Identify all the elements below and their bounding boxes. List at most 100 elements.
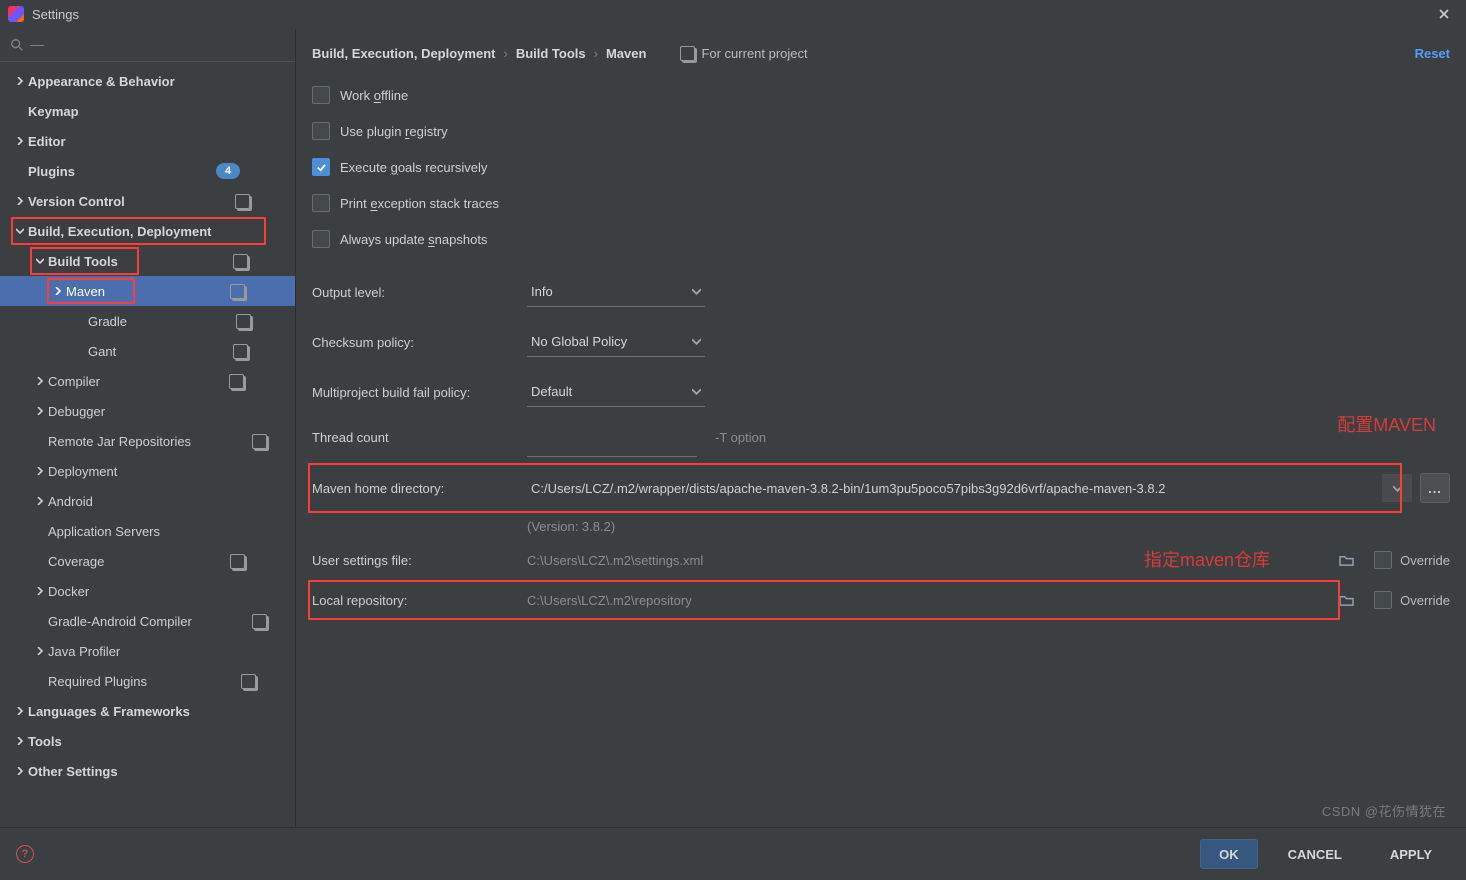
chevron-down-icon [16,227,24,235]
bottom-bar: ? OK CANCEL APPLY [0,827,1466,880]
always-update-checkbox[interactable] [312,230,330,248]
work-offline-row[interactable]: Work offline [312,77,1450,113]
thread-count-label: Thread count [312,430,512,445]
use-plugin-registry-row[interactable]: Use plugin registry [312,113,1450,149]
reset-link[interactable]: Reset [1415,46,1450,61]
tree-appearance[interactable]: Appearance & Behavior [0,66,295,96]
tree-item-label: Maven [66,284,189,299]
crumb-2[interactable]: Build Tools [516,46,586,61]
crumb-1[interactable]: Build, Execution, Deployment [312,46,495,61]
search-underline [30,45,44,46]
tree-gradle-android-compiler[interactable]: Gradle-Android Compiler [0,606,295,636]
maven-home-browse-button[interactable]: ... [1420,473,1450,503]
use-plugin-registry-checkbox[interactable] [312,122,330,140]
execute-goals-row[interactable]: Execute goals recursively [312,149,1450,185]
tree-item-label: Languages & Frameworks [28,704,287,719]
chevron-right-icon [16,77,24,85]
always-update-row[interactable]: Always update snapshots [312,221,1450,257]
settings-content: Build, Execution, Deployment › Build Too… [296,29,1466,827]
print-trace-checkbox[interactable] [312,194,330,212]
user-settings-browse-button[interactable] [1334,548,1358,572]
tree-editor[interactable]: Editor [0,126,295,156]
maven-home-dropdown[interactable] [1381,474,1412,502]
multiproject-row: Multiproject build fail policy: Default [312,367,1450,417]
chevron-right-icon [36,467,44,475]
local-repo-value[interactable]: C:\Users\LCZ\.m2\repository [527,593,1328,608]
close-button[interactable] [1430,0,1458,28]
search-row[interactable] [0,29,295,62]
user-settings-label: User settings file: [312,553,527,568]
user-settings-override[interactable]: Override [1374,551,1450,569]
chevron-right-icon [16,137,24,145]
chevron-down-icon [1393,484,1402,493]
print-trace-row[interactable]: Print exception stack traces [312,185,1450,221]
tree-keymap[interactable]: Keymap [0,96,295,126]
print-trace-label: Print exception stack traces [340,196,499,211]
user-settings-row: User settings file: C:\Users\LCZ\.m2\set… [312,540,1450,580]
tree-item-label: Build, Execution, Deployment [28,224,287,239]
tree-build-execution-deployment[interactable]: Build, Execution, Deployment [0,216,295,246]
apply-button[interactable]: APPLY [1372,840,1450,868]
tree-plugins[interactable]: Plugins 4 [0,156,295,186]
cancel-button[interactable]: CANCEL [1270,840,1360,868]
tree-item-label: Coverage [48,554,188,569]
tree-other-settings[interactable]: Other Settings [0,756,295,786]
tree-languages-frameworks[interactable]: Languages & Frameworks [0,696,295,726]
tree-item-label: Docker [48,584,287,599]
maven-home-input[interactable]: C:/Users/LCZ/.m2/wrapper/dists/apache-ma… [527,474,1381,502]
t-option-label: -T option [715,430,766,445]
tree-docker[interactable]: Docker [0,576,295,606]
maven-home-row: Maven home directory: C:/Users/LCZ/.m2/w… [312,463,1450,513]
search-icon [10,38,24,52]
override-checkbox[interactable] [1374,591,1392,609]
ok-button[interactable]: OK [1200,839,1258,869]
help-button[interactable]: ? [16,845,34,863]
execute-goals-checkbox[interactable] [312,158,330,176]
maven-version-label: (Version: 3.8.2) [527,519,1450,534]
tree-tools[interactable]: Tools [0,726,295,756]
multiproject-select[interactable]: Default [527,378,705,407]
tree-gant[interactable]: Gant [0,336,295,366]
folder-icon [1339,554,1354,567]
tree-build-tools[interactable]: Build Tools [0,246,295,276]
project-scope-icon [236,314,251,329]
scope-text: For current project [701,46,807,61]
tree-item-label: Keymap [28,104,287,119]
tree-java-profiler[interactable]: Java Profiler [0,636,295,666]
tree-application-servers[interactable]: Application Servers [0,516,295,546]
tree-item-label: Other Settings [28,764,287,779]
checksum-select[interactable]: No Global Policy [527,328,705,357]
chevron-right-icon [36,587,44,595]
tree-maven[interactable]: Maven [0,276,295,306]
local-repo-override[interactable]: Override [1374,591,1450,609]
thread-count-input[interactable] [527,432,697,457]
output-level-select[interactable]: Info [527,278,705,307]
chevron-right-icon [16,737,24,745]
tree-item-label: Build Tools [48,254,195,269]
override-label: Override [1400,593,1450,608]
tree-item-label: Android [48,494,287,509]
chevron-right-icon [36,647,44,655]
tree-compiler[interactable]: Compiler [0,366,295,396]
tree-version-control[interactable]: Version Control [0,186,295,216]
tree-gradle[interactable]: Gradle [0,306,295,336]
chevron-right-icon [16,707,24,715]
tree-remote-jar[interactable]: Remote Jar Repositories [0,426,295,456]
breadcrumb: Build, Execution, Deployment › Build Too… [296,29,1466,77]
tree-item-label: Required Plugins [48,674,210,689]
override-label: Override [1400,553,1450,568]
work-offline-label: Work offline [340,88,408,103]
tree-deployment[interactable]: Deployment [0,456,295,486]
work-offline-checkbox[interactable] [312,86,330,104]
tree-debugger[interactable]: Debugger [0,396,295,426]
override-checkbox[interactable] [1374,551,1392,569]
tree-android[interactable]: Android [0,486,295,516]
multiproject-value: Default [531,384,572,399]
output-level-value: Info [531,284,553,299]
local-repo-browse-button[interactable] [1334,588,1358,612]
user-settings-value[interactable]: C:\Users\LCZ\.m2\settings.xml [527,553,1328,568]
tree-coverage[interactable]: Coverage [0,546,295,576]
tree-required-plugins[interactable]: Required Plugins [0,666,295,696]
chevron-down-icon [692,337,701,346]
tree-item-label: Compiler [48,374,186,389]
